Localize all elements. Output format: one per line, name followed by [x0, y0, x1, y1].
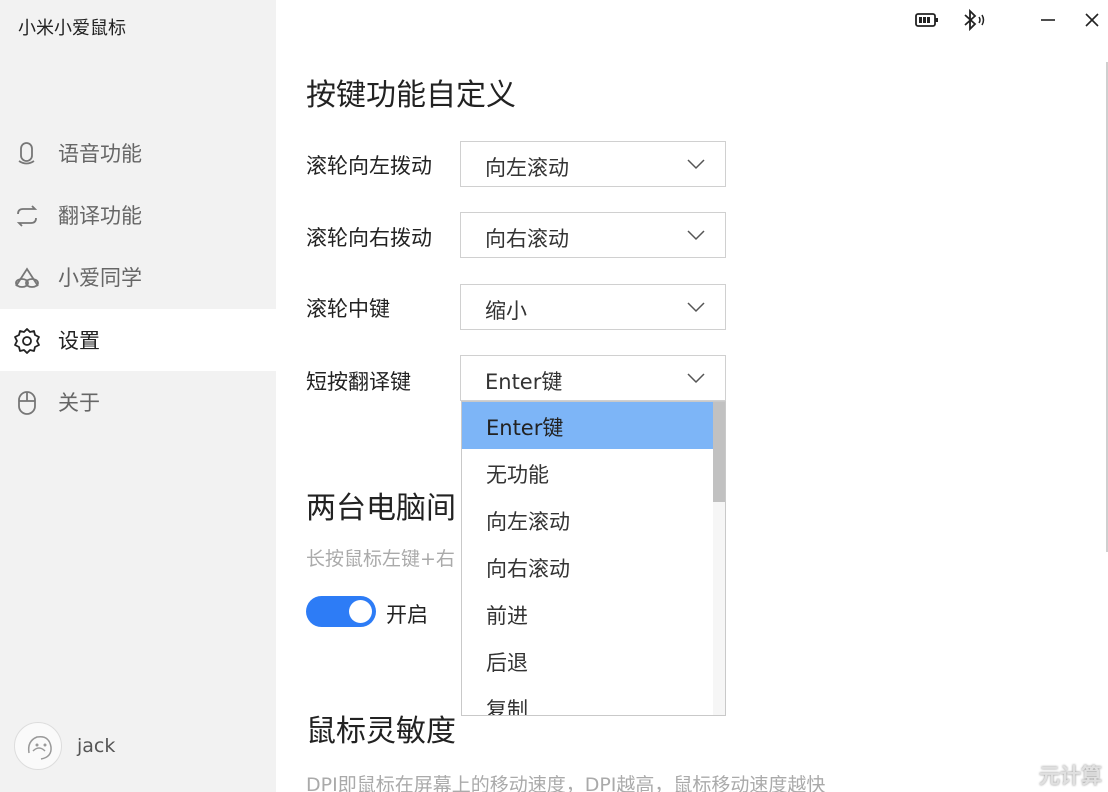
sidebar: 小米小爱鼠标 语音功能 翻译功能 小爱同学 设置 关于 jack: [0, 0, 276, 792]
close-icon[interactable]: [1079, 8, 1105, 32]
chevron-down-icon: [687, 159, 705, 170]
minimize-icon[interactable]: [1035, 8, 1061, 32]
sidebar-item-about[interactable]: 关于: [0, 371, 276, 433]
select-wheel-left[interactable]: 向左滚动: [460, 141, 726, 187]
row-label-wheel-left: 滚轮向左拨动: [306, 154, 432, 178]
dropdown-scrollbar-thumb[interactable]: [713, 402, 725, 502]
enable-toggle[interactable]: [306, 596, 376, 627]
microphone-icon: [18, 142, 35, 165]
xiaoai-icon: [15, 267, 39, 288]
section-desc-sensitivity: DPI即鼠标在屏幕上的移动速度，DPI越高，鼠标移动速度越快: [306, 774, 826, 792]
select-value: 缩小: [485, 299, 527, 323]
sidebar-item-settings[interactable]: 设置: [0, 309, 276, 371]
dropdown-option[interactable]: 后退: [462, 637, 714, 684]
sidebar-item-xiaoai[interactable]: 小爱同学: [0, 246, 276, 308]
translate-key-dropdown[interactable]: Enter键 无功能 向左滚动 向右滚动 前进 后退 复制: [461, 401, 726, 716]
app-title: 小米小爱鼠标: [18, 18, 126, 39]
toggle-label: 开启: [386, 603, 428, 627]
select-value: 向左滚动: [485, 156, 569, 180]
select-value: Enter键: [485, 370, 563, 394]
dropdown-option[interactable]: 前进: [462, 590, 714, 637]
select-value: 向右滚动: [485, 227, 569, 251]
sidebar-item-translate[interactable]: 翻译功能: [0, 184, 276, 246]
sidebar-item-label: 设置: [58, 329, 100, 353]
select-wheel-right[interactable]: 向右滚动: [460, 212, 726, 258]
section-title-two-computers: 两台电脑间: [306, 491, 456, 526]
sidebar-item-label: 关于: [58, 391, 100, 415]
row-label-wheel-right: 滚轮向右拨动: [306, 226, 432, 250]
mouse-icon: [18, 391, 36, 415]
dropdown-option[interactable]: 无功能: [462, 449, 714, 496]
row-label-translate-key: 短按翻译键: [306, 370, 411, 394]
select-wheel-middle[interactable]: 缩小: [460, 284, 726, 330]
sidebar-item-voice[interactable]: 语音功能: [0, 122, 276, 184]
bluetooth-icon: [964, 8, 985, 32]
avatar-sketch-icon: [27, 735, 52, 760]
dropdown-option[interactable]: 向右滚动: [462, 543, 714, 590]
chevron-down-icon: [687, 230, 705, 241]
watermark: 元计算: [1039, 764, 1102, 788]
dropdown-option[interactable]: Enter键: [462, 402, 714, 449]
section-desc-two-computers: 长按鼠标左键+右: [306, 548, 455, 570]
select-translate-key[interactable]: Enter键: [460, 355, 726, 401]
gear-icon: [14, 328, 40, 354]
sidebar-item-label: 翻译功能: [58, 204, 142, 228]
translate-icon: [16, 205, 38, 227]
avatar[interactable]: [14, 722, 62, 770]
row-label-wheel-middle: 滚轮中键: [306, 297, 390, 321]
sidebar-item-label: 小爱同学: [58, 266, 142, 290]
dropdown-scrollbar[interactable]: [713, 402, 725, 715]
user-profile[interactable]: jack: [14, 722, 264, 772]
chevron-down-icon: [687, 302, 705, 313]
dropdown-option[interactable]: 向左滚动: [462, 496, 714, 543]
username: jack: [77, 735, 116, 757]
section-title-sensitivity: 鼠标灵敏度: [306, 714, 456, 749]
toggle-knob: [349, 600, 372, 623]
dropdown-option[interactable]: 复制: [462, 684, 714, 715]
battery-icon: [915, 13, 938, 27]
sidebar-item-label: 语音功能: [58, 142, 142, 166]
chevron-down-icon: [687, 373, 705, 384]
section-title-button-customize: 按键功能自定义: [306, 78, 516, 113]
